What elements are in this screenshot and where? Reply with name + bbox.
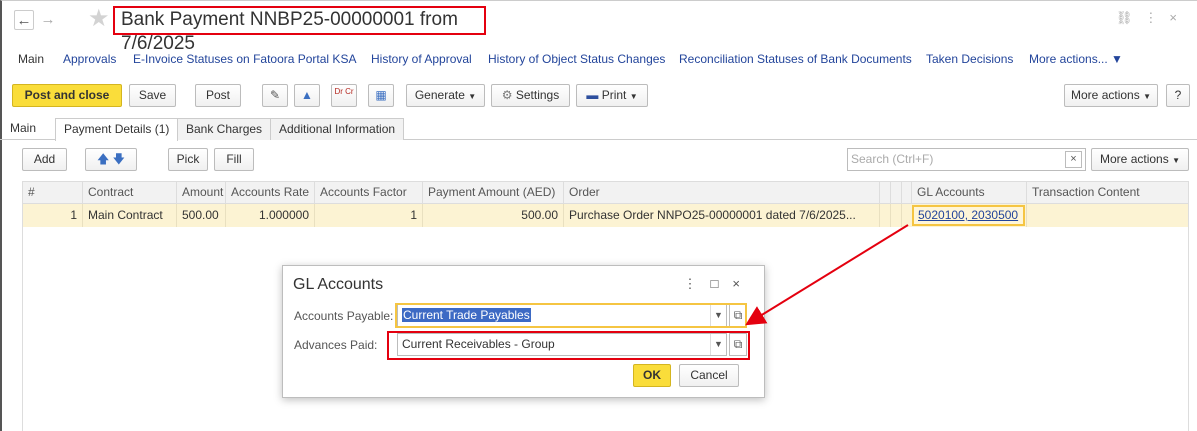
cell-payment-amount[interactable]: 500.00	[422, 204, 563, 227]
col-number[interactable]: #	[23, 182, 82, 204]
table-header: # Contract Amount Accounts Rate Accounts…	[23, 181, 1188, 204]
dropdown-caret-icon: ▼	[468, 92, 477, 101]
advances-paid-label: Advances Paid:	[294, 338, 378, 352]
favorite-star-icon[interactable]: ★	[88, 7, 110, 31]
gl-accounts-link[interactable]: 5020100, 2030500	[918, 208, 1018, 222]
attach-button[interactable]: ✎	[262, 84, 288, 107]
post-and-close-button[interactable]: Post and close	[12, 84, 122, 107]
structure-button[interactable]: ▦	[368, 84, 394, 107]
maximize-icon[interactable]: □	[711, 276, 733, 291]
help-button[interactable]: ?	[1166, 84, 1190, 107]
page-title: Bank Payment NNBP25-00000001 from 7/6/20…	[113, 6, 486, 54]
nav-approvals[interactable]: Approvals	[63, 52, 116, 66]
tab-payment-details[interactable]: Payment Details (1)	[55, 118, 179, 141]
tab-bar: Main Payment Details (1) Bank Charges Ad…	[0, 118, 1197, 141]
annotation-highlight-box	[387, 331, 750, 360]
table-toolbar: Add 🡅 🡇 Pick Fill Search (Ctrl+F) × More…	[0, 148, 1197, 174]
fill-button[interactable]: Fill	[214, 148, 254, 171]
focus-highlight	[395, 303, 747, 328]
print-dropdown[interactable]: ▬ Print ▼	[576, 84, 648, 107]
close-icon[interactable]: ×	[732, 276, 754, 291]
form-nav-panel: Main Approvals E-Invoice Statuses on Fat…	[0, 48, 1197, 70]
col-order[interactable]: Order	[563, 182, 879, 204]
nav-more-actions[interactable]: More actions... ▼	[1029, 52, 1123, 66]
cell-gl-accounts[interactable]: 5020100, 2030500	[912, 205, 1025, 226]
dr-cr-button[interactable]: Dr Cr	[331, 84, 357, 107]
table-row[interactable]: 1 Main Contract 500.00 1.000000 1 500.00…	[23, 204, 1188, 227]
cell-number: 1	[70, 208, 77, 222]
cell-amount[interactable]: 500.00	[176, 204, 225, 227]
table-more-actions-dropdown[interactable]: More actions ▼	[1091, 148, 1189, 171]
col-amount[interactable]: Amount	[176, 182, 225, 204]
tab-bank-charges[interactable]: Bank Charges	[177, 118, 272, 140]
move-buttons: 🡅 🡇	[85, 148, 137, 171]
clear-search-icon[interactable]: ×	[1065, 151, 1082, 168]
move-down-icon[interactable]: 🡇	[113, 152, 125, 166]
close-icon[interactable]: ×	[1169, 10, 1189, 25]
post-button[interactable]: Post	[195, 84, 241, 107]
nav-main[interactable]: Main	[18, 52, 44, 66]
cell-transaction-content[interactable]	[1026, 204, 1188, 227]
col-gl-accounts[interactable]: GL Accounts	[911, 182, 1026, 204]
paperclip-icon: ✎	[269, 88, 281, 102]
kebab-menu-icon[interactable]: ⋮	[684, 276, 711, 291]
nav-history-of-approval[interactable]: History of Approval	[371, 52, 472, 66]
tab-main[interactable]: Main	[10, 118, 36, 140]
col-spacer-1	[879, 182, 890, 204]
nav-taken-decisions[interactable]: Taken Decisions	[926, 52, 1013, 66]
search-input[interactable]: Search (Ctrl+F) ×	[847, 148, 1086, 171]
col-contract[interactable]: Contract	[82, 182, 176, 204]
title-bar: ← → ★ Bank Payment NNBP25-00000001 from …	[0, 0, 1197, 54]
ok-button[interactable]: OK	[633, 364, 671, 387]
pick-button[interactable]: Pick	[168, 148, 208, 171]
save-button[interactable]: Save	[129, 84, 176, 107]
dialog-title: GL Accounts	[293, 276, 384, 293]
col-spacer-2	[890, 182, 901, 204]
back-arrow-icon[interactable]: ←	[14, 10, 34, 30]
bell-icon: ▲	[301, 88, 313, 102]
tab-additional-information[interactable]: Additional Information	[270, 118, 405, 140]
col-payment-amount[interactable]: Payment Amount (AED)	[422, 182, 563, 204]
col-accounts-rate[interactable]: Accounts Rate	[225, 182, 314, 204]
dropdown-caret-icon: ▼	[1172, 156, 1180, 165]
col-accounts-factor[interactable]: Accounts Factor	[314, 182, 422, 204]
nav-reconciliation-statuses[interactable]: Reconciliation Statuses of Bank Document…	[679, 52, 912, 66]
main-toolbar: Post and close Save Post ✎ ▲ Dr Cr ▦ Gen…	[0, 84, 1197, 110]
col-transaction-content[interactable]: Transaction Content	[1026, 182, 1188, 204]
notification-button[interactable]: ▲	[294, 84, 320, 107]
dropdown-caret-icon: ▼	[629, 92, 638, 101]
add-button[interactable]: Add	[22, 148, 67, 171]
cell-order[interactable]: Purchase Order NNPO25-00000001 dated 7/6…	[563, 204, 879, 227]
cell-accounts-rate[interactable]: 1.000000	[225, 204, 314, 227]
generate-dropdown[interactable]: Generate ▼	[406, 84, 485, 107]
accounts-payable-label: Accounts Payable:	[294, 309, 394, 323]
printer-icon: ▬	[586, 88, 599, 102]
nav-e-invoice-statuses[interactable]: E-Invoice Statuses on Fatoora Portal KSA	[133, 52, 356, 66]
nav-history-status-changes[interactable]: History of Object Status Changes	[488, 52, 665, 66]
dropdown-caret-icon: ▼	[1143, 92, 1151, 101]
cell-accounts-factor[interactable]: 1	[314, 204, 422, 227]
sliders-icon: ⚙	[501, 88, 513, 102]
settings-button[interactable]: ⚙ Settings	[491, 84, 570, 107]
forward-arrow-icon[interactable]: →	[38, 10, 58, 30]
hierarchy-icon: ▦	[375, 88, 387, 102]
cell-contract[interactable]: Main Contract	[82, 204, 176, 227]
kebab-menu-icon[interactable]: ⋮	[1144, 10, 1169, 25]
more-actions-dropdown[interactable]: More actions ▼	[1064, 84, 1158, 107]
cancel-button[interactable]: Cancel	[679, 364, 739, 387]
link-icon[interactable]: ⛓	[1116, 10, 1145, 25]
move-up-icon[interactable]: 🡅	[97, 152, 109, 166]
